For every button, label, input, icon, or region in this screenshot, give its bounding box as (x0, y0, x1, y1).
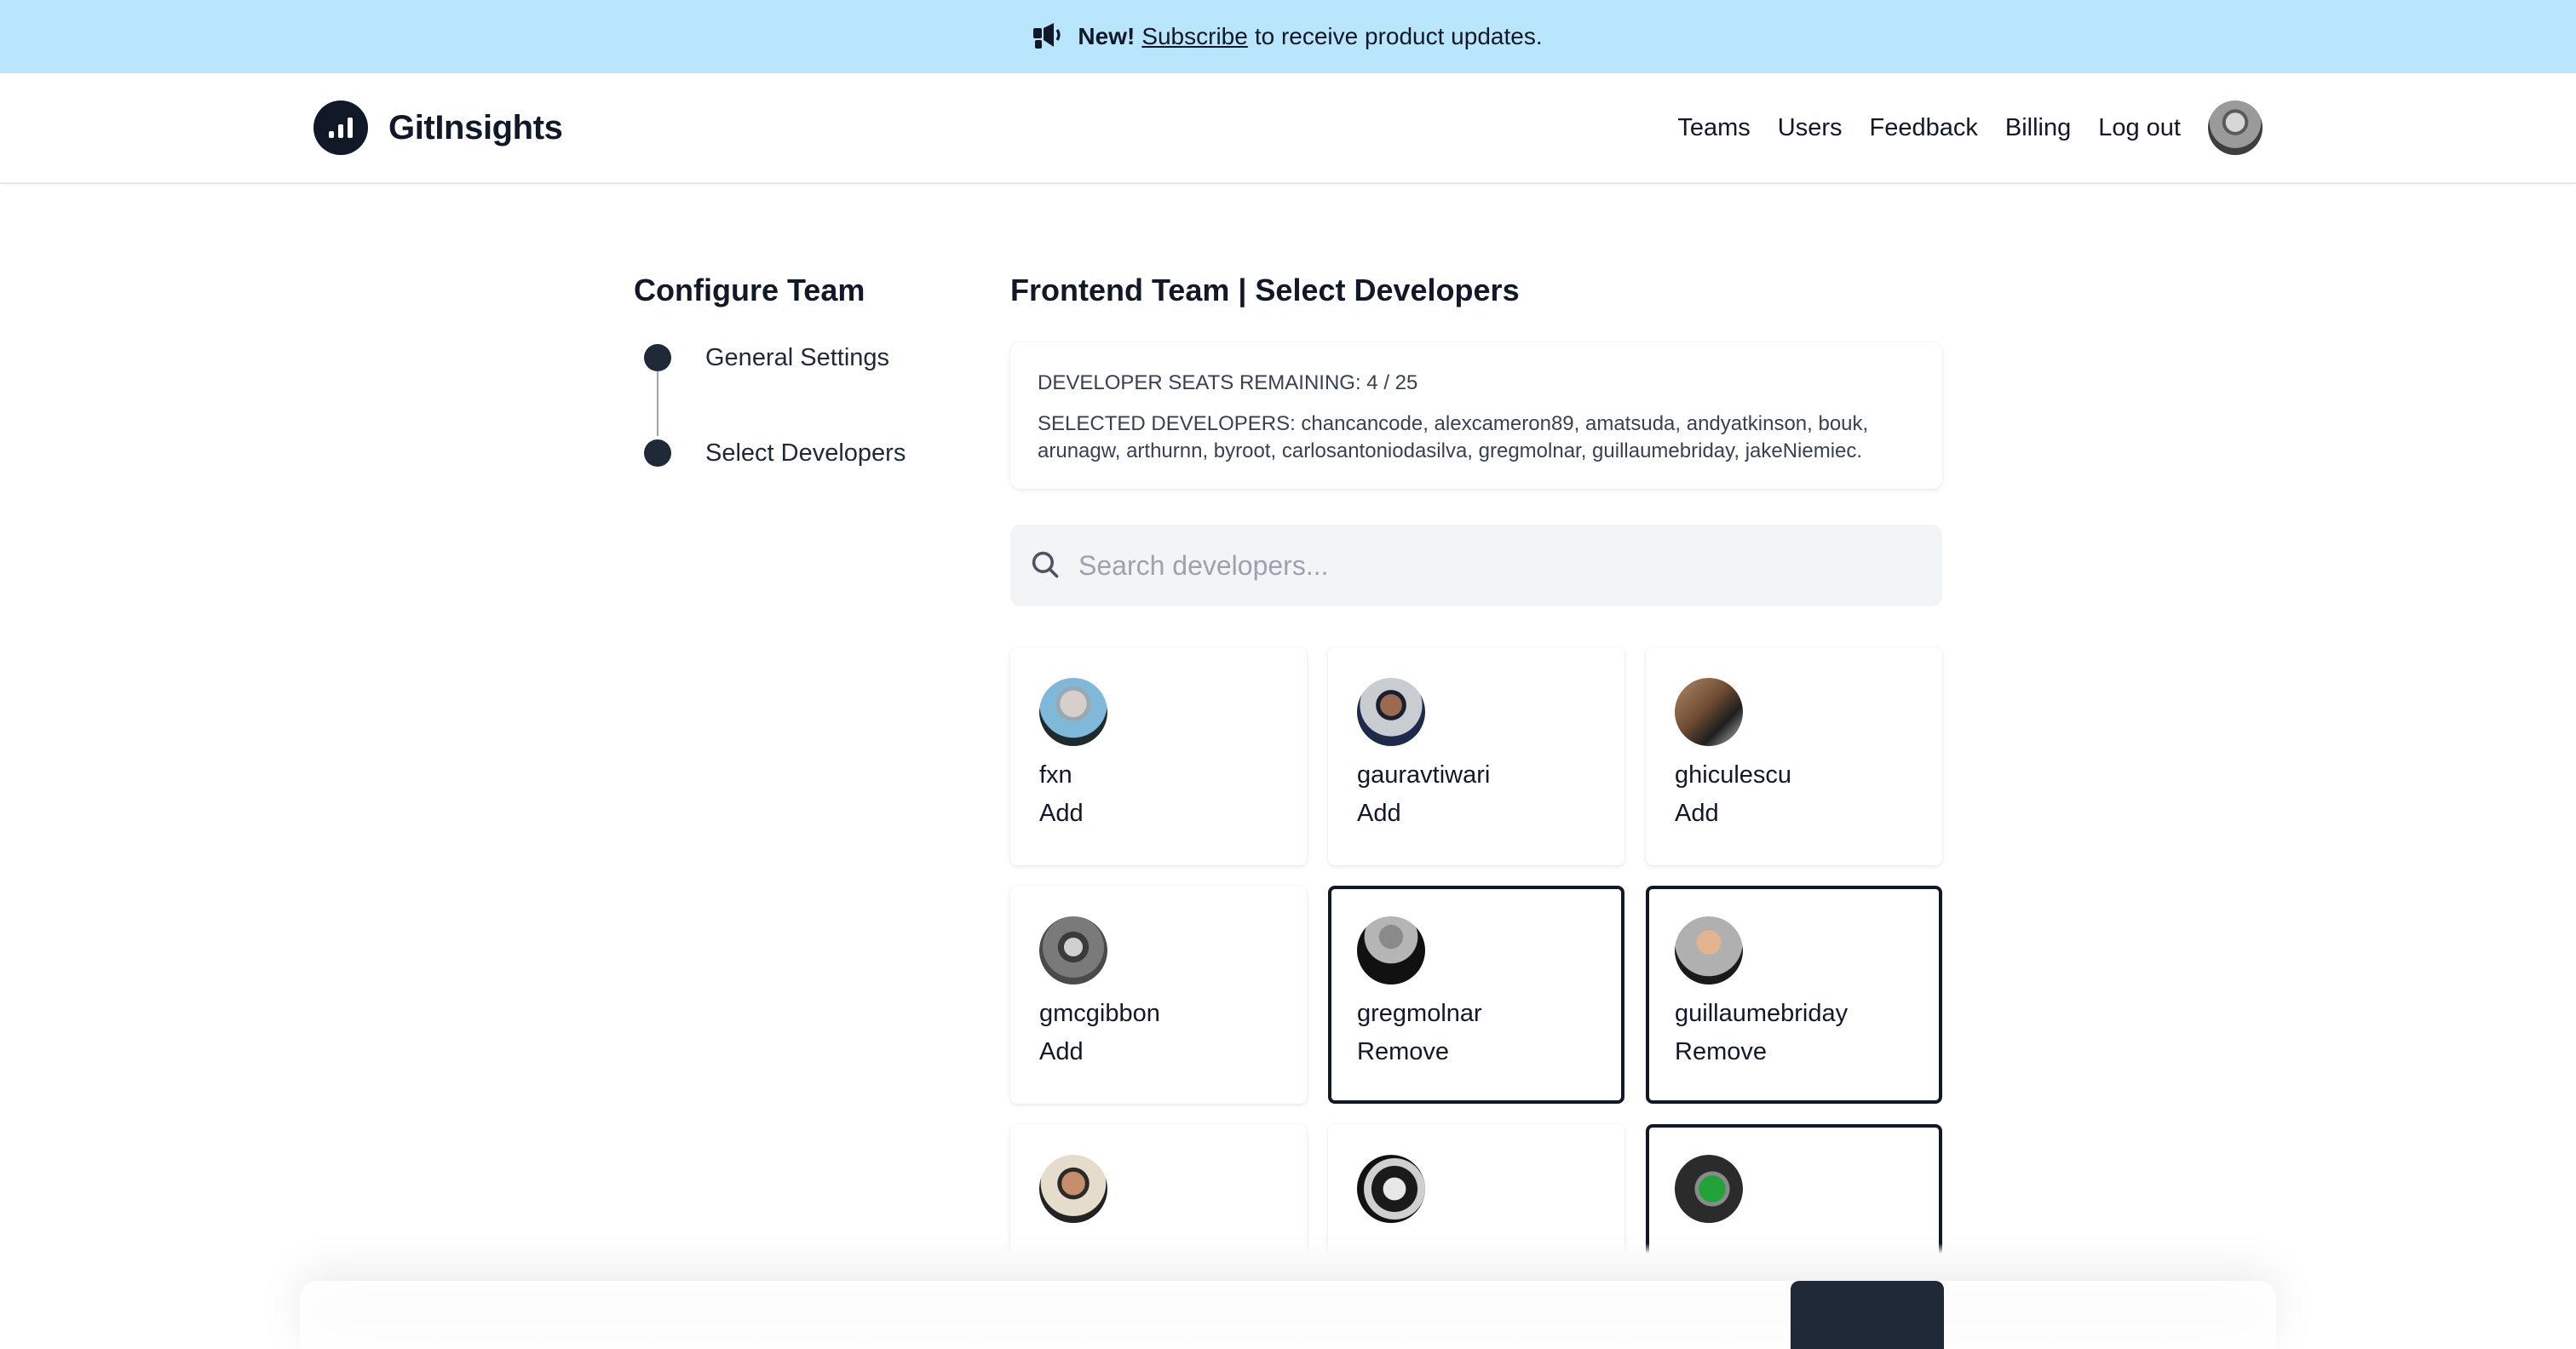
sticky-footer (300, 1281, 2276, 1349)
developer-avatar (1039, 1155, 1107, 1223)
add-developer-button[interactable]: Add (1039, 1038, 1084, 1066)
search-icon (1032, 551, 1059, 578)
add-developer-button[interactable]: Add (1357, 800, 1401, 828)
steps-sidebar: Configure Team General Settings Select D… (634, 273, 1010, 1342)
top-navbar: GitInsights Teams Users Feedback Billing… (0, 73, 2576, 184)
banner-new-label: New! (1078, 23, 1136, 49)
select-developers-panel: Frontend Team | Select Developers DEVELO… (1010, 273, 1942, 1342)
step-dot-icon (644, 439, 671, 467)
developer-card-selected[interactable]: gregmolnar Remove (1328, 886, 1624, 1104)
developer-avatar (1039, 916, 1107, 984)
developer-avatar (1675, 678, 1743, 746)
developer-avatar (1675, 916, 1743, 984)
nav-feedback[interactable]: Feedback (1870, 114, 1978, 142)
selected-developers-list: SELECTED DEVELOPERS: chancancode, alexca… (1038, 412, 1869, 462)
search-developers-input[interactable] (1078, 549, 1942, 582)
subscribe-link[interactable]: Subscribe (1141, 23, 1248, 50)
developer-name: gregmolnar (1357, 1000, 1482, 1027)
developer-card-selected[interactable]: guillaumebriday Remove (1646, 886, 1942, 1104)
user-avatar[interactable] (2208, 100, 2263, 155)
brand[interactable]: GitInsights (313, 100, 563, 155)
add-developer-button[interactable]: Add (1675, 800, 1719, 828)
bar-chart-logo-icon (313, 100, 368, 155)
main-nav: Teams Users Feedback Billing Log out (1677, 100, 2263, 155)
developer-card[interactable]: gauravtiwari Add (1328, 647, 1624, 865)
developer-name: gauravtiwari (1357, 761, 1491, 789)
selection-summary: DEVELOPER SEATS REMAINING: 4 / 25 SELECT… (1010, 342, 1942, 489)
brand-name: GitInsights (388, 108, 563, 146)
developer-avatar (1675, 1155, 1743, 1223)
megaphone-icon (1033, 23, 1061, 49)
search-box (1010, 525, 1942, 606)
developer-card[interactable]: gmcgibbon Add (1010, 886, 1307, 1104)
banner-text: to receive product updates. (1254, 23, 1543, 49)
seats-remaining: DEVELOPER SEATS REMAINING: 4 / 25 (1038, 371, 1418, 394)
developer-avatar (1039, 678, 1107, 746)
developer-avatar (1357, 678, 1425, 746)
developer-card[interactable]: ghiculescu Add (1646, 647, 1942, 865)
step-general-settings[interactable]: General Settings (634, 339, 1010, 376)
nav-teams[interactable]: Teams (1677, 114, 1750, 142)
developer-avatar (1357, 916, 1425, 984)
step-list: General Settings Select Developers (634, 339, 1010, 472)
nav-billing[interactable]: Billing (2005, 114, 2071, 142)
step-connector (657, 371, 658, 436)
developer-name: ghiculescu (1675, 761, 1792, 789)
step-label: Select Developers (705, 439, 906, 467)
add-developer-button[interactable]: Add (1039, 800, 1084, 828)
step-label: General Settings (705, 343, 890, 371)
nav-log-out[interactable]: Log out (2098, 114, 2181, 142)
announcement-banner: New! Subscribe to receive product update… (0, 0, 2576, 73)
page-title: Frontend Team | Select Developers (1010, 273, 1520, 307)
developer-card[interactable]: fxn Add (1010, 647, 1307, 865)
developer-avatar (1357, 1155, 1425, 1223)
developer-name: gmcgibbon (1039, 1000, 1160, 1027)
sticky-footer-area (0, 1243, 2576, 1349)
nav-users[interactable]: Users (1778, 114, 1843, 142)
step-select-developers[interactable]: Select Developers (634, 434, 1010, 472)
step-dot-icon (644, 344, 671, 371)
remove-developer-button[interactable]: Remove (1675, 1038, 1767, 1066)
sidebar-title: Configure Team (634, 273, 865, 307)
developer-name: guillaumebriday (1675, 1000, 1849, 1027)
configure-team-page: Configure Team General Settings Select D… (634, 184, 1942, 1342)
developer-name: fxn (1039, 761, 1072, 789)
developer-grid: fxn Add gauravtiwari Add ghiculescu Add … (1010, 647, 1942, 1342)
next-step-button[interactable] (1791, 1281, 1944, 1349)
remove-developer-button[interactable]: Remove (1357, 1038, 1449, 1066)
